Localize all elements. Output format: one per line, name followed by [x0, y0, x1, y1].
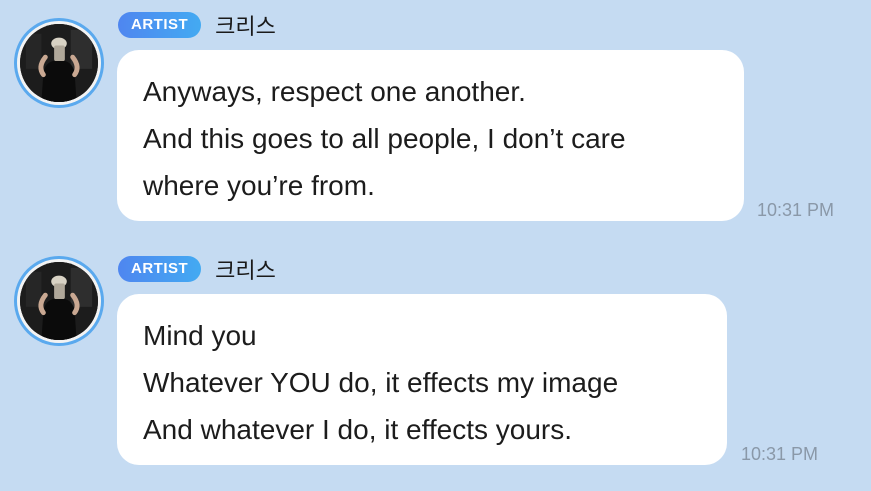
- message-line: And this goes to all people, I don’t car…: [143, 123, 626, 154]
- artist-badge: ARTIST: [118, 12, 202, 38]
- message-header: ARTIST 크리스: [118, 9, 276, 41]
- message-line: where you’re from.: [143, 170, 375, 201]
- message-bubble[interactable]: Anyways, respect one another. And this g…: [117, 50, 744, 221]
- message-timestamp: 10:31 PM: [757, 200, 835, 220]
- message-bubble[interactable]: Mind you Whatever YOU do, it effects my …: [117, 294, 727, 465]
- message-line: Whatever YOU do, it effects my image: [143, 367, 619, 398]
- message-timestamp: 10:31 PM: [741, 444, 819, 464]
- profile-photo: [20, 24, 98, 102]
- avatar[interactable]: [14, 256, 104, 346]
- message-line: Anyways, respect one another.: [143, 76, 526, 107]
- avatar[interactable]: [14, 18, 104, 108]
- message-header: ARTIST 크리스: [118, 253, 276, 285]
- artist-badge: ARTIST: [118, 256, 202, 282]
- profile-photo: [20, 262, 98, 340]
- sender-name[interactable]: 크리스: [215, 9, 276, 41]
- sender-name[interactable]: 크리스: [215, 253, 276, 285]
- message-line: Mind you: [143, 320, 257, 351]
- message-line: And whatever I do, it effects yours.: [143, 414, 573, 445]
